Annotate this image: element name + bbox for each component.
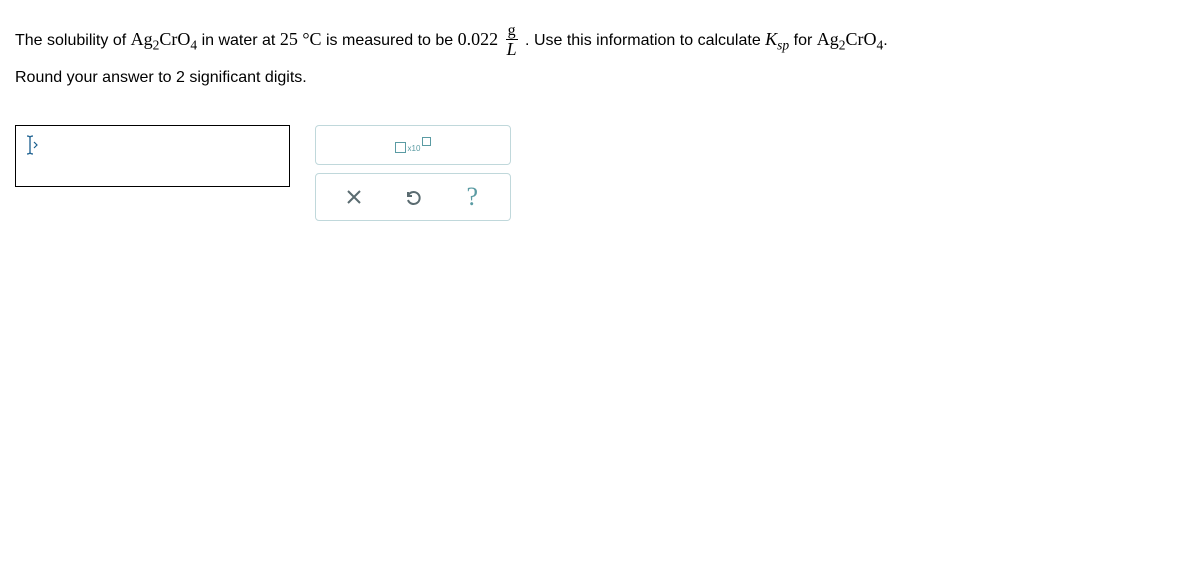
answer-input[interactable] [15, 125, 290, 187]
q-part4: . Use this information to calculate [525, 32, 765, 49]
clear-button[interactable] [343, 186, 365, 208]
reset-button[interactable] [402, 186, 424, 208]
action-buttons-row: ? [315, 173, 511, 221]
round-instruction: Round your answer to 2 significant digit… [15, 69, 307, 86]
q-part6: . [883, 32, 887, 49]
q-part5: for [794, 32, 817, 49]
unit-denominator: L [505, 40, 519, 60]
q-part2: in water at [202, 32, 280, 49]
ksp-symbol: Ksp [765, 29, 789, 49]
q-part3: is measured to be [326, 32, 458, 49]
temperature: 25 °C [280, 29, 322, 49]
compound-1: Ag2CrO4 [131, 29, 198, 49]
close-icon [344, 187, 364, 207]
text-cursor-icon [24, 134, 38, 156]
question-mark-icon: ? [467, 182, 479, 212]
q-part1: The solubility of [15, 32, 131, 49]
unit-fraction: g L [505, 22, 519, 60]
answer-area: x10 ? [15, 125, 1185, 221]
solubility-value: 0.022 [458, 29, 499, 49]
unit-numerator: g [506, 22, 518, 41]
compound-2: Ag2CrO4 [817, 29, 884, 49]
sci-notation-icon: x10 [395, 137, 432, 153]
tools-panel: x10 ? [315, 125, 511, 221]
undo-icon [403, 187, 423, 207]
question-text: The solubility of Ag2CrO4 in water at 25… [15, 20, 1185, 95]
sci-notation-button[interactable]: x10 [315, 125, 511, 165]
help-button[interactable]: ? [461, 186, 483, 208]
